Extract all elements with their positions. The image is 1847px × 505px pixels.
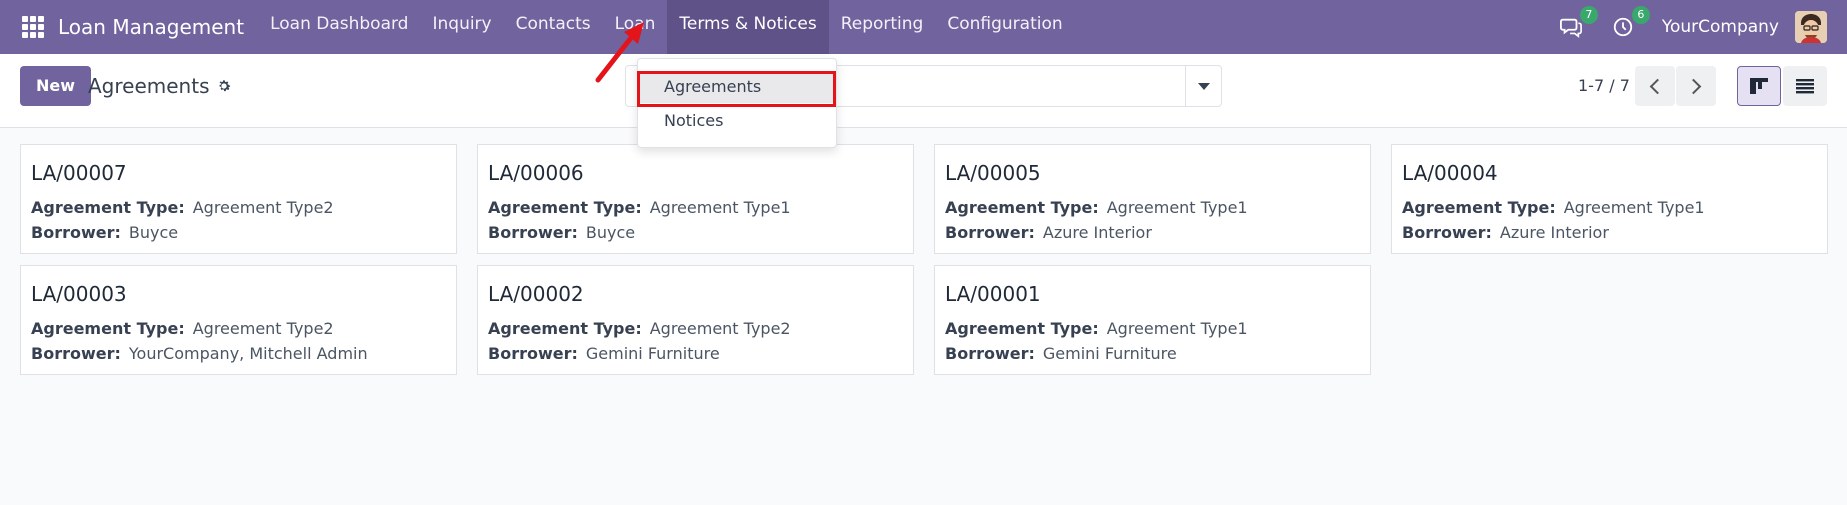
menu-reporting[interactable]: Reporting bbox=[829, 0, 936, 54]
menu-terms-notices[interactable]: Terms & Notices bbox=[667, 0, 829, 54]
borrower-value: Azure Interior bbox=[1499, 223, 1609, 242]
agreement-type-label: Agreement Type: bbox=[945, 198, 1099, 217]
agreement-type-value: Agreement Type2 bbox=[192, 319, 334, 338]
menu-loan-dashboard[interactable]: Loan Dashboard bbox=[258, 0, 420, 54]
messages-icon[interactable]: 7 bbox=[1558, 6, 1598, 40]
agreement-card[interactable]: LA/00003 Agreement Type: Agreement Type2 … bbox=[20, 265, 457, 375]
agreement-type-label: Agreement Type: bbox=[31, 198, 185, 217]
agreement-card[interactable]: LA/00007 Agreement Type: Agreement Type2 … bbox=[20, 144, 457, 254]
pager-previous-button[interactable] bbox=[1635, 66, 1675, 106]
control-panel: New Agreements 1-7 / 7 bbox=[0, 54, 1847, 128]
borrower-label: Borrower: bbox=[1402, 223, 1492, 242]
highlight-annotation-box bbox=[637, 71, 836, 107]
agreement-type-value: Agreement Type1 bbox=[649, 198, 791, 217]
borrower-label: Borrower: bbox=[945, 344, 1035, 363]
chevron-left-icon bbox=[1649, 78, 1666, 94]
card-title: LA/00007 bbox=[31, 161, 127, 185]
card-title: LA/00006 bbox=[488, 161, 584, 185]
app-name[interactable]: Loan Management bbox=[58, 15, 244, 39]
menu-contacts[interactable]: Contacts bbox=[504, 0, 603, 54]
top-navbar: Loan Management Loan Dashboard Inquiry C… bbox=[0, 0, 1847, 54]
activities-clock-icon[interactable]: 6 bbox=[1610, 6, 1650, 40]
agreement-type-label: Agreement Type: bbox=[31, 319, 185, 338]
borrower-value: Gemini Furniture bbox=[585, 344, 720, 363]
agreement-card[interactable]: LA/00005 Agreement Type: Agreement Type1 … bbox=[934, 144, 1371, 254]
agreement-type-label: Agreement Type: bbox=[945, 319, 1099, 338]
agreement-type-value: Agreement Type2 bbox=[192, 198, 334, 217]
menu-inquiry[interactable]: Inquiry bbox=[420, 0, 503, 54]
borrower-value: YourCompany, Mitchell Admin bbox=[128, 344, 368, 363]
kanban-icon bbox=[1750, 78, 1768, 94]
card-title: LA/00004 bbox=[1402, 161, 1498, 185]
breadcrumb: Agreements bbox=[88, 74, 232, 98]
caret-down-icon bbox=[1197, 82, 1210, 90]
menu-configuration[interactable]: Configuration bbox=[935, 0, 1074, 54]
card-title: LA/00002 bbox=[488, 282, 584, 306]
list-view-button[interactable] bbox=[1783, 66, 1827, 106]
messages-badge: 7 bbox=[1579, 6, 1598, 24]
agreement-type-label: Agreement Type: bbox=[488, 319, 642, 338]
company-switcher[interactable]: YourCompany bbox=[1662, 17, 1779, 37]
borrower-label: Borrower: bbox=[945, 223, 1035, 242]
borrower-label: Borrower: bbox=[31, 344, 121, 363]
borrower-label: Borrower: bbox=[31, 223, 121, 242]
borrower-label: Borrower: bbox=[488, 223, 578, 242]
pager-next-button[interactable] bbox=[1676, 66, 1716, 106]
agreement-type-value: Agreement Type1 bbox=[1563, 198, 1705, 217]
agreement-type-label: Agreement Type: bbox=[1402, 198, 1556, 217]
agreement-type-label: Agreement Type: bbox=[488, 198, 642, 217]
chevron-right-icon bbox=[1685, 78, 1702, 94]
borrower-value: Gemini Furniture bbox=[1042, 344, 1177, 363]
card-title: LA/00003 bbox=[31, 282, 127, 306]
agreement-type-value: Agreement Type1 bbox=[1106, 198, 1248, 217]
agreement-card[interactable]: LA/00006 Agreement Type: Agreement Type1 … bbox=[477, 144, 914, 254]
agreement-type-value: Agreement Type2 bbox=[649, 319, 791, 338]
borrower-label: Borrower: bbox=[488, 344, 578, 363]
annotation-arrow-icon bbox=[595, 22, 644, 83]
agreement-type-value: Agreement Type1 bbox=[1106, 319, 1248, 338]
agreement-card[interactable]: LA/00004 Agreement Type: Agreement Type1 … bbox=[1391, 144, 1828, 254]
new-button[interactable]: New bbox=[20, 66, 92, 106]
borrower-value: Azure Interior bbox=[1042, 223, 1152, 242]
dropdown-item-notices[interactable]: Notices bbox=[638, 105, 836, 137]
agreement-card[interactable]: LA/00002 Agreement Type: Agreement Type2 … bbox=[477, 265, 914, 375]
agreement-card[interactable]: LA/00001 Agreement Type: Agreement Type1 … bbox=[934, 265, 1371, 375]
gear-icon[interactable] bbox=[216, 78, 232, 94]
systray: 7 6 YourCompany bbox=[1558, 0, 1847, 54]
card-title: LA/00001 bbox=[945, 282, 1041, 306]
kanban-view-button[interactable] bbox=[1737, 66, 1781, 106]
user-avatar[interactable] bbox=[1795, 11, 1827, 43]
pager-value[interactable]: 1-7 / 7 bbox=[1578, 76, 1630, 95]
list-icon bbox=[1796, 79, 1814, 94]
main-menu: Loan Dashboard Inquiry Contacts Loan Ter… bbox=[258, 0, 1075, 54]
apps-menu-icon[interactable] bbox=[20, 14, 46, 40]
borrower-value: Buyce bbox=[128, 223, 179, 242]
search-options-toggle[interactable] bbox=[1185, 66, 1221, 106]
borrower-value: Buyce bbox=[585, 223, 636, 242]
card-title: LA/00005 bbox=[945, 161, 1041, 185]
activities-badge: 6 bbox=[1631, 6, 1650, 24]
page-title: Agreements bbox=[88, 74, 210, 98]
